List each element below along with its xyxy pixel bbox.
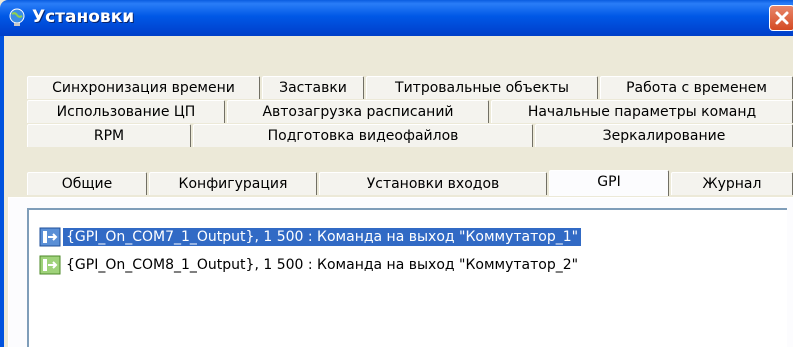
- tab-time-sync[interactable]: Синхронизация времени: [27, 76, 260, 99]
- tab-general[interactable]: Общие: [27, 172, 147, 195]
- tab-video-prep[interactable]: Подготовка видеофайлов: [193, 124, 533, 147]
- globe-icon: [9, 8, 25, 26]
- list-item-text: {GPI_On_COM8_1_Output}, 1 500 : Команда …: [66, 257, 579, 273]
- list-item[interactable]: {GPI_On_COM8_1_Output}, 1 500 : Команда …: [39, 254, 581, 276]
- tab-rpm[interactable]: RPM: [27, 124, 191, 147]
- close-icon: [775, 11, 789, 25]
- window-title: Установки: [32, 7, 135, 27]
- title-bar[interactable]: Установки: [0, 0, 793, 36]
- tab-input-settings[interactable]: Установки входов: [319, 172, 547, 195]
- close-button[interactable]: [769, 5, 793, 31]
- gpi-command-list[interactable]: {GPI_On_COM7_1_Output}, 1 500 : Команда …: [27, 208, 787, 347]
- tab-row-2: Использование ЦП Автозагрузка расписаний…: [0, 100, 793, 125]
- tab-time-work[interactable]: Работа с временем: [600, 76, 793, 99]
- tab-schedule-autoload[interactable]: Автозагрузка расписаний: [227, 100, 489, 123]
- tab-row-3: RPM Подготовка видеофайлов Зеркалировани…: [0, 124, 793, 149]
- tab-gpi[interactable]: GPI: [549, 170, 669, 196]
- tab-splash-screens[interactable]: Заставки: [262, 76, 364, 99]
- tab-mirroring[interactable]: Зеркалирование: [535, 124, 793, 147]
- tab-initial-command-params[interactable]: Начальные параметры команд: [491, 100, 793, 123]
- tab-log[interactable]: Журнал: [671, 172, 793, 195]
- tab-cpu-usage[interactable]: Использование ЦП: [27, 100, 225, 123]
- list-item[interactable]: {GPI_On_COM7_1_Output}, 1 500 : Команда …: [39, 226, 583, 248]
- tab-row-4: Общие Конфигурация Установки входов GPI …: [0, 170, 793, 197]
- gpi-command-icon: [39, 227, 61, 247]
- tab-configuration[interactable]: Конфигурация: [149, 172, 317, 195]
- tab-row-1: Синхронизация времени Заставки Титроваль…: [0, 76, 793, 101]
- settings-window: Установки Синхронизация времени Заставки…: [0, 0, 793, 347]
- gpi-command-icon: [39, 255, 61, 275]
- tab-caption-objects[interactable]: Титровальные объекты: [366, 76, 598, 99]
- list-item-text: {GPI_On_COM7_1_Output}, 1 500 : Команда …: [61, 227, 583, 247]
